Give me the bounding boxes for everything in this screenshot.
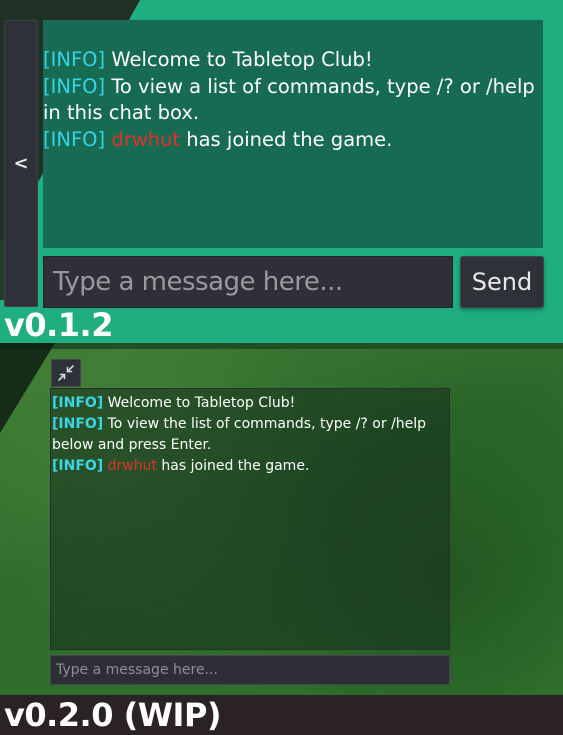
- background-shadow: [0, 343, 55, 433]
- info-tag: [INFO]: [43, 48, 106, 71]
- collapse-arrows-icon: [58, 365, 74, 381]
- player-name: drwhut: [111, 127, 181, 151]
- chat-log: [INFO] Welcome to Tabletop Club! [INFO] …: [50, 388, 450, 650]
- chat-message-input[interactable]: Type a message here...: [50, 655, 450, 685]
- chat-line: [INFO] drwhut has joined the game.: [52, 456, 449, 477]
- chat-message-input[interactable]: Type a message here...: [43, 256, 453, 308]
- chat-line: [INFO] drwhut has joined the game.: [43, 127, 543, 154]
- chat-message: To view the list of commands, type /? or…: [52, 416, 427, 453]
- chat-message: Welcome to Tabletop Club!: [105, 48, 373, 71]
- chat-line: [INFO] Welcome to Tabletop Club!: [52, 393, 449, 414]
- chat-message: has joined the game.: [156, 458, 310, 474]
- send-button[interactable]: Send: [460, 256, 544, 308]
- chat-message: has joined the game.: [180, 127, 393, 151]
- version-label: v0.1.2: [4, 306, 113, 343]
- chat-line: [INFO] To view a list of commands, type …: [43, 74, 543, 127]
- version-label: v0.2.0 (WIP): [4, 696, 222, 734]
- player-name: drwhut: [107, 458, 157, 474]
- chat-message: To view a list of commands, type /? or /…: [43, 74, 535, 125]
- info-tag: [INFO]: [52, 395, 104, 411]
- background-shadow: [0, 343, 563, 349]
- collapse-chat-button[interactable]: <: [4, 20, 38, 307]
- info-tag: [INFO]: [43, 74, 106, 98]
- chat-log: [INFO] Welcome to Tabletop Club! [INFO] …: [43, 20, 543, 248]
- info-tag: [INFO]: [52, 416, 104, 432]
- info-tag: [INFO]: [43, 127, 106, 151]
- v020-panel: [INFO] Welcome to Tabletop Club! [INFO] …: [0, 343, 563, 735]
- v012-panel: < [INFO] Welcome to Tabletop Club! [INFO…: [0, 0, 563, 343]
- info-tag: [INFO]: [52, 458, 104, 474]
- chat-line: [INFO] Welcome to Tabletop Club!: [43, 47, 543, 74]
- chat-message: Welcome to Tabletop Club!: [103, 395, 296, 411]
- chat-line: [INFO] To view the list of commands, typ…: [52, 414, 449, 456]
- minimize-chat-button[interactable]: [51, 359, 81, 387]
